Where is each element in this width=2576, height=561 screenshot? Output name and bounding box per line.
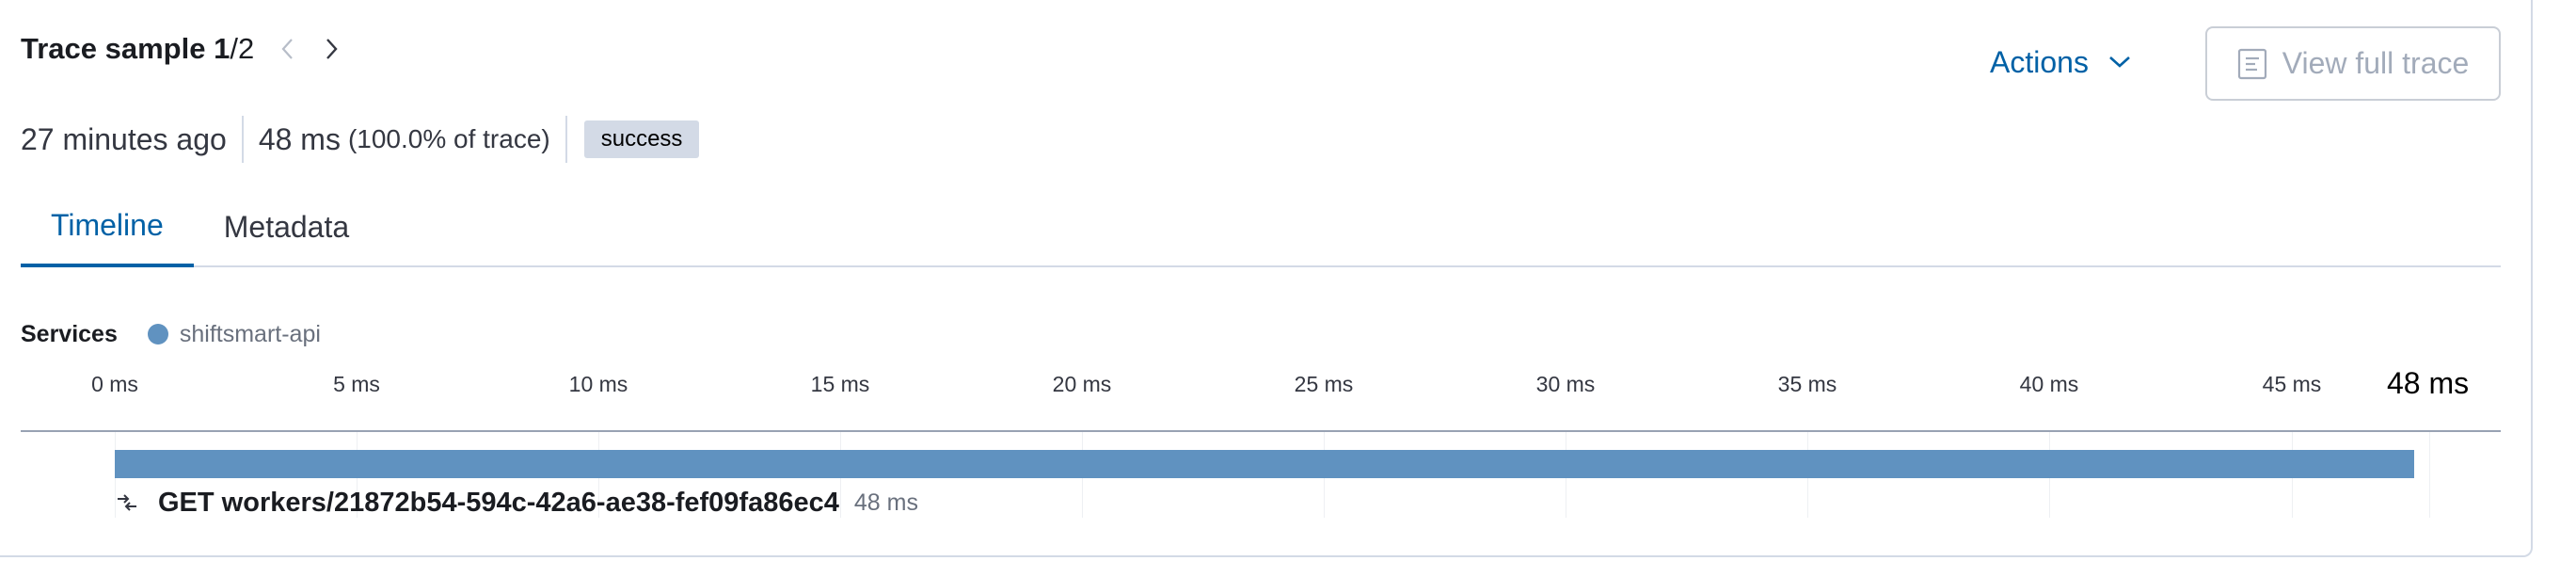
actions-label: Actions [1990, 44, 2089, 79]
transaction-panel: Trace sample 1/2 Actions View full trace… [0, 0, 2533, 557]
percent-of-trace: (100.0% of trace) [347, 124, 550, 153]
sample-total: /2 [230, 32, 255, 65]
timestamp: 27 minutes ago [21, 121, 227, 156]
trace-sample-header: Trace sample 1/2 [21, 28, 352, 70]
view-full-trace-label: View full trace [2282, 46, 2470, 80]
tick-label: 35 ms [1777, 372, 1837, 396]
services-legend: Services shiftsmart-api [21, 318, 321, 350]
span-duration-bar[interactable] [115, 450, 2415, 478]
tick-label: 10 ms [568, 372, 628, 396]
tab-metadata[interactable]: Metadata [194, 186, 379, 267]
previous-sample-button[interactable] [267, 28, 309, 70]
service-name: shiftsmart-api [179, 320, 321, 347]
tick-label: 40 ms [2019, 372, 2079, 396]
span-row[interactable]: GET workers/21872b54-594c-42a6-ae38-fef0… [115, 484, 918, 521]
next-sample-button[interactable] [310, 28, 352, 70]
tick-label: 30 ms [1535, 372, 1596, 396]
sample-current: 1 [214, 32, 231, 65]
http-request-icon [118, 494, 136, 511]
divider [241, 116, 244, 163]
chevron-left-icon [281, 39, 294, 59]
span-duration: 48 ms [853, 489, 918, 516]
tick-label: 15 ms [810, 372, 870, 396]
service-color-dot [147, 324, 168, 345]
chevron-right-icon [326, 39, 338, 59]
chevron-down-icon [2109, 56, 2130, 68]
tab-timeline[interactable]: Timeline [21, 186, 194, 267]
trace-summary: 27 minutes ago 48 ms (100.0% of trace) s… [21, 113, 700, 166]
view-full-trace-button[interactable]: View full trace [2205, 26, 2501, 101]
span-name: GET workers/21872b54-594c-42a6-ae38-fef0… [158, 487, 839, 518]
timeline-axis-labels: 0 ms 5 ms 10 ms 15 ms 20 ms 25 ms 30 ms … [0, 366, 2533, 409]
grid-line [2429, 432, 2430, 518]
status-badge: success [583, 120, 700, 158]
duration: 48 ms [258, 121, 341, 156]
tick-label: 45 ms [2262, 372, 2322, 396]
services-label: Services [21, 320, 118, 347]
tick-label: 0 ms [91, 372, 138, 396]
tab-bar: Timeline Metadata [21, 186, 2501, 267]
timeline-end-label: 48 ms [2387, 366, 2470, 400]
timeline-axis [21, 430, 2501, 432]
tick-label: 5 ms [333, 372, 380, 396]
tick-label: 20 ms [1052, 372, 1112, 396]
actions-menu-button[interactable]: Actions [1990, 38, 2132, 87]
divider [564, 116, 567, 163]
title-prefix: Trace sample [21, 32, 215, 65]
tick-label: 25 ms [1294, 372, 1354, 396]
page-title: Trace sample 1/2 [21, 32, 254, 66]
document-icon [2237, 48, 2266, 79]
